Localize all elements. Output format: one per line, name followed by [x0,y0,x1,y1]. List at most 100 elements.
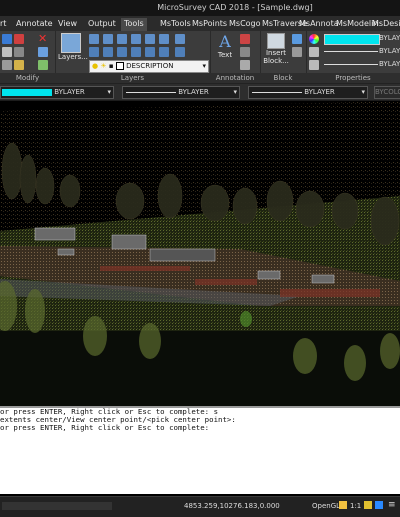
layers-panel-label: Layers [55,73,210,83]
lineweight-dropdown-value: BYLAYER [304,88,335,96]
ribbon: ✕ Modify Layers... ● ☀ ▪ DESCRIPTION ▾ L… [0,31,400,84]
trim-icon[interactable] [2,60,12,70]
layer-tool-icon[interactable] [145,47,155,57]
layer-name: DESCRIPTION [126,62,174,70]
prop-color-value[interactable]: BYLAYER [379,34,400,42]
lock-icon: ▪ [108,62,114,70]
rotate-icon[interactable] [2,34,12,44]
insert-block-label: Insert Block... [263,49,289,65]
drawing-viewport[interactable] [0,101,400,406]
layer-tool-icon[interactable] [159,47,169,57]
erase-icon[interactable]: ✕ [38,33,48,44]
color-wheel-icon[interactable] [309,34,319,44]
scale-label[interactable]: 1:1 [350,502,361,510]
mirror-icon[interactable] [14,34,24,44]
insert-block-button[interactable]: Insert Block... [262,33,290,65]
layers-panel: Layers... ● ☀ ▪ DESCRIPTION ▾ Layers [55,31,211,83]
renderer-label[interactable]: OpenGL [312,502,340,510]
prop-linetype-value[interactable]: BYLAYER [379,47,400,55]
layer-tool-icon[interactable] [89,47,99,57]
layer-tool-icon[interactable] [131,47,141,57]
color-dropdown-value: BYLAYER [54,88,85,96]
text-button-label: Text [217,51,233,59]
properties-panel-label: Properties [306,73,400,83]
linetype-icon[interactable] [309,47,319,57]
layer-tool-icon[interactable] [131,34,141,44]
sun-icon: ☀ [100,62,107,70]
tab-msdesign[interactable]: MsDesign [372,18,400,31]
layer-dropdown[interactable]: ● ☀ ▪ DESCRIPTION ▾ [89,60,209,73]
edit-block-icon[interactable] [292,47,302,57]
linetype-preview [324,51,378,52]
layer-tool-icon[interactable] [159,34,169,44]
tab-output[interactable]: Output [88,18,116,31]
linetype-dropdown[interactable]: BYLAYER ▾ [122,86,240,99]
layers-button-label: Layers... [58,53,88,61]
layer-tool-icon[interactable] [117,34,127,44]
layer-tool-icon[interactable] [175,34,185,44]
modify-panel-label: Modify [0,73,55,83]
tab-msannota[interactable]: MsAnnota [299,18,339,31]
create-block-icon[interactable] [292,34,302,44]
status-toggles[interactable] [2,502,112,510]
text-button[interactable]: A Text [213,33,237,60]
workspace-icon[interactable] [375,501,383,509]
modify-panel: ✕ Modify [0,31,56,83]
copy-icon[interactable] [38,47,48,57]
customize-menu-icon[interactable]: ≡ [388,500,396,510]
layer-tool-icon[interactable] [89,34,99,44]
explode-icon[interactable] [38,60,48,70]
status-bar: 4853.259,10276.183,0.000 OpenGL 1:1 ≡ [0,496,400,517]
annotation-scale-icon[interactable] [339,501,347,509]
table-icon[interactable] [240,60,250,70]
lineweight-line [252,91,302,93]
layer-tool-icon[interactable] [103,34,113,44]
properties-toolbar: BYLAYER ▾ BYLAYER ▾ BYLAYER ▾ BYCOLOR [0,84,400,101]
tab-mscogo[interactable]: MsCogo [229,18,261,31]
properties-panel: BYLAYER BYLAYER BYLAYER Properties [306,31,400,83]
block-panel-label: Block [260,73,306,83]
annotation-panel-label: Annotation [210,73,260,83]
layer-tool-icon[interactable] [117,47,127,57]
dimension-icon[interactable] [240,34,250,44]
linetype-dropdown-value: BYLAYER [178,88,209,96]
lineweight-dropdown[interactable]: BYLAYER ▾ [248,86,368,99]
color-dropdown[interactable]: BYLAYER ▾ [0,86,114,99]
extend-icon[interactable] [14,60,24,70]
coordinate-readout: 4853.259,10276.183,0.000 [184,502,280,510]
linetype-line [126,91,176,93]
stretch-icon[interactable] [14,47,24,57]
chevron-down-icon: ▾ [202,62,206,70]
tab-tools[interactable]: Tools [121,18,147,31]
tab-mspoints[interactable]: MsPoints [192,18,227,31]
prop-lineweight-value[interactable]: BYLAYER [379,60,400,68]
plotstyle-dropdown[interactable]: BYCOLOR [374,86,400,99]
layer-tool-icon[interactable] [175,47,185,57]
title-bar: MicroSurvey CAD 2018 - [Sample.dwg] [0,0,400,16]
color-swatch[interactable] [324,34,380,45]
leader-icon[interactable] [240,47,250,57]
layers-button[interactable]: Layers... [58,33,88,61]
tab-view[interactable]: View [58,18,77,31]
command-line[interactable]: or press ENTER, Right click or Esc to co… [0,406,400,494]
lineweight-icon[interactable] [309,60,319,70]
scale-icon[interactable] [2,47,12,57]
annotation-visibility-icon[interactable] [364,501,372,509]
chevron-down-icon: ▾ [361,88,365,96]
insert-block-icon [267,33,285,49]
annotation-panel: A Text Annotation [210,31,261,83]
layer-color-swatch [115,62,124,70]
window-title: MicroSurvey CAD 2018 - [Sample.dwg] [157,3,313,12]
color-dropdown-swatch [2,88,52,96]
block-panel: Insert Block... Block [260,31,307,83]
layer-tool-icon[interactable] [145,34,155,44]
lightbulb-icon: ● [92,62,99,70]
point-cloud-scene [0,101,400,406]
layer-tool-icon[interactable] [103,47,113,57]
tab-insert[interactable]: rt [0,18,6,31]
chevron-down-icon: ▾ [107,88,111,96]
tab-mstools[interactable]: MsTools [160,18,191,31]
tab-annotate[interactable]: Annotate [16,18,53,31]
command-history-line: or press ENTER, Right click or Esc to co… [0,423,210,432]
layers-icon [61,33,81,53]
